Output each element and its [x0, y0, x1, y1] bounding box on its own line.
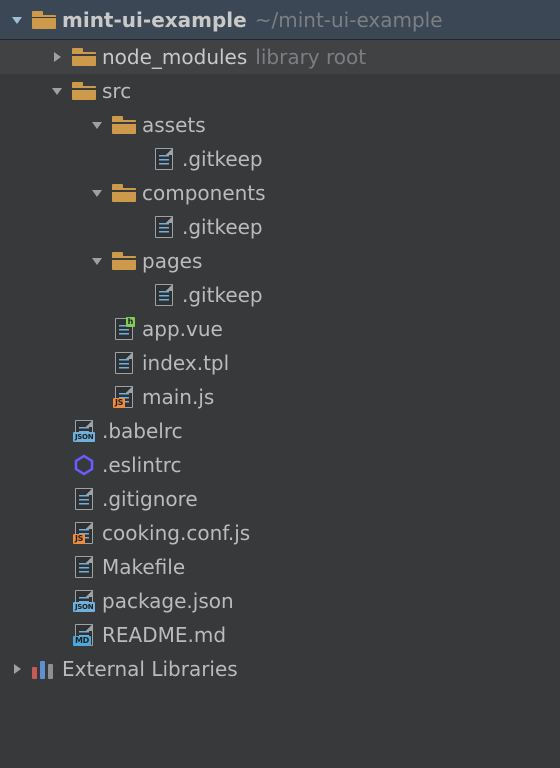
main-js-label: main.js: [142, 385, 214, 409]
folder-icon: [70, 79, 98, 103]
folder-icon: [30, 8, 58, 32]
babelrc-label: .babelrc: [102, 419, 183, 443]
assets-gitkeep-label: .gitkeep: [182, 147, 263, 171]
pages-label: pages: [142, 249, 202, 273]
tree-item-babelrc[interactable]: JSON .babelrc: [0, 414, 560, 448]
tree-item-src[interactable]: src: [0, 74, 560, 108]
index-tpl-label: index.tpl: [142, 351, 229, 375]
json-file-icon: JSON: [70, 589, 98, 613]
tree-item-main-js[interactable]: JS main.js: [0, 380, 560, 414]
chevron-right-icon[interactable]: [4, 662, 30, 676]
tree-item-cooking-conf[interactable]: JS cooking.conf.js: [0, 516, 560, 550]
tree-item-node-modules[interactable]: node_modules library root: [0, 40, 560, 74]
folder-icon: [110, 181, 138, 205]
chevron-down-icon[interactable]: [84, 186, 110, 200]
pages-gitkeep-label: .gitkeep: [182, 283, 263, 307]
js-file-icon: JS: [110, 385, 138, 409]
file-icon: [150, 215, 178, 239]
project-root-path: ~/mint-ui-example: [255, 8, 443, 32]
chevron-down-icon[interactable]: [84, 254, 110, 268]
project-root-row[interactable]: mint-ui-example ~/mint-ui-example: [0, 0, 560, 40]
tree-item-components[interactable]: components: [0, 176, 560, 210]
file-icon: [150, 283, 178, 307]
node-modules-tag: library root: [255, 45, 366, 69]
tree-item-external-libraries[interactable]: External Libraries: [0, 652, 560, 686]
json-file-icon: JSON: [70, 419, 98, 443]
file-icon: [70, 487, 98, 511]
gitignore-label: .gitignore: [102, 487, 198, 511]
chevron-down-icon[interactable]: [84, 118, 110, 132]
tree-item-gitignore[interactable]: .gitignore: [0, 482, 560, 516]
folder-icon: [70, 45, 98, 69]
tree-item-package-json[interactable]: JSON package.json: [0, 584, 560, 618]
readme-label: README.md: [102, 623, 226, 647]
tree-item-assets-gitkeep[interactable]: .gitkeep: [0, 142, 560, 176]
tree-item-pages[interactable]: pages: [0, 244, 560, 278]
tree-item-assets[interactable]: assets: [0, 108, 560, 142]
file-icon: [150, 147, 178, 171]
tree-item-eslintrc[interactable]: .eslintrc: [0, 448, 560, 482]
node-modules-label: node_modules: [102, 45, 247, 69]
project-root-name: mint-ui-example: [62, 8, 247, 32]
components-label: components: [142, 181, 266, 205]
components-gitkeep-label: .gitkeep: [182, 215, 263, 239]
tree-item-index-tpl[interactable]: index.tpl: [0, 346, 560, 380]
tree-item-components-gitkeep[interactable]: .gitkeep: [0, 210, 560, 244]
cooking-conf-label: cooking.conf.js: [102, 521, 250, 545]
file-icon: [70, 555, 98, 579]
external-libraries-label: External Libraries: [62, 657, 238, 681]
library-icon: [30, 657, 58, 681]
tree-item-pages-gitkeep[interactable]: .gitkeep: [0, 278, 560, 312]
chevron-down-icon[interactable]: [4, 13, 30, 27]
js-file-icon: JS: [70, 521, 98, 545]
eslint-icon: [70, 453, 98, 477]
folder-icon: [110, 249, 138, 273]
tree-item-app-vue[interactable]: h app.vue: [0, 312, 560, 346]
file-icon: [110, 351, 138, 375]
chevron-down-icon[interactable]: [44, 84, 70, 98]
markdown-file-icon: MD: [70, 623, 98, 647]
tree-item-readme[interactable]: MD README.md: [0, 618, 560, 652]
assets-label: assets: [142, 113, 206, 137]
src-label: src: [102, 79, 131, 103]
app-vue-label: app.vue: [142, 317, 223, 341]
tree-item-makefile[interactable]: Makefile: [0, 550, 560, 584]
folder-icon: [110, 113, 138, 137]
eslintrc-label: .eslintrc: [102, 453, 182, 477]
chevron-right-icon[interactable]: [44, 50, 70, 64]
vue-file-icon: h: [110, 317, 138, 341]
makefile-label: Makefile: [102, 555, 185, 579]
package-json-label: package.json: [102, 589, 234, 613]
